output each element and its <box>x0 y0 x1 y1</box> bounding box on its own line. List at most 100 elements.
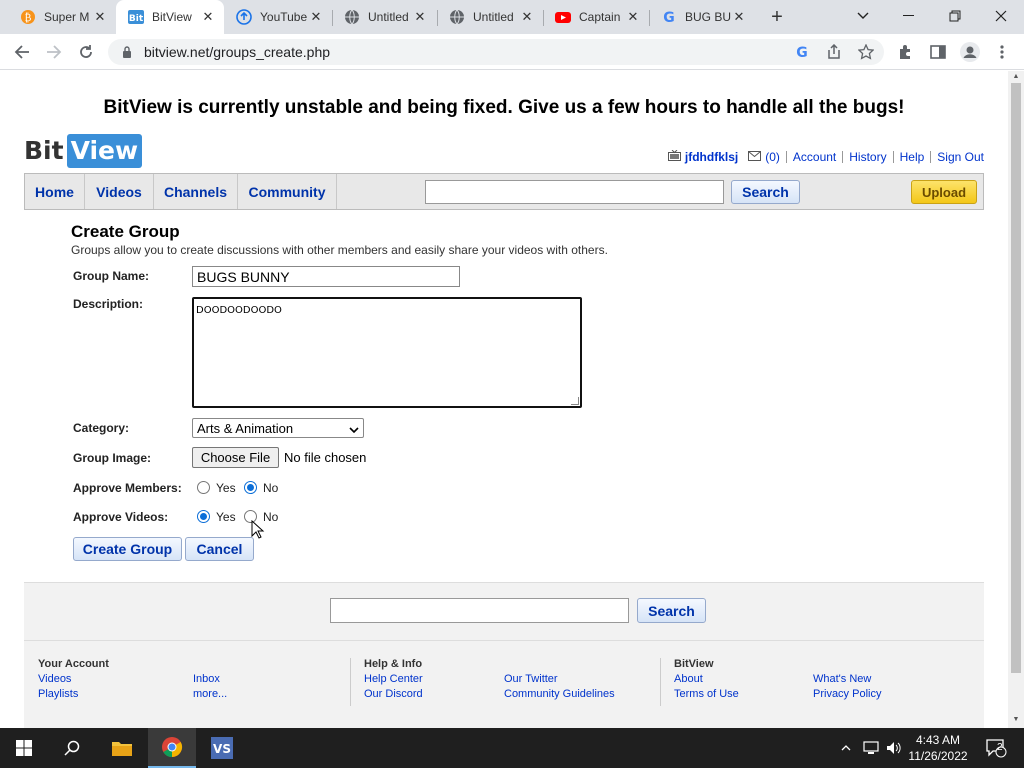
extensions-icon[interactable] <box>894 40 918 64</box>
inbox-count-link[interactable]: (0) <box>765 150 780 164</box>
tab-bug-bu[interactable]: G BUG BU ✕ <box>649 0 755 34</box>
browser-toolbar: bitview.net/groups_create.php G <box>0 34 1024 70</box>
description-textarea[interactable]: DOODOODOODO <box>192 297 582 408</box>
share-icon[interactable] <box>822 40 846 64</box>
divider <box>785 151 787 163</box>
username-link[interactable]: jfdhdfklsj <box>685 150 738 164</box>
globe-icon <box>449 9 465 25</box>
close-tab-icon[interactable]: ✕ <box>625 9 641 25</box>
footer-link-help-center[interactable]: Help Center <box>364 673 423 685</box>
scrollbar-thumb[interactable] <box>1011 83 1021 673</box>
approve-members-yes-label: Yes <box>216 481 236 495</box>
tab-untitled-1[interactable]: Untitled ✕ <box>332 0 436 34</box>
create-group-button[interactable]: Create Group <box>73 537 182 561</box>
footer-search-input[interactable] <box>330 598 629 623</box>
volume-icon[interactable] <box>884 728 904 768</box>
nav-videos[interactable]: Videos <box>85 174 154 209</box>
close-window-icon[interactable] <box>978 0 1024 32</box>
choose-file-button[interactable]: Choose File <box>192 447 279 468</box>
group-name-input[interactable]: BUGS BUNNY <box>192 266 460 287</box>
footer-link-videos[interactable]: Videos <box>38 673 71 685</box>
menu-kebab-icon[interactable] <box>990 40 1014 64</box>
footer-link-inbox[interactable]: Inbox <box>193 673 220 685</box>
footer-link-our-twitter[interactable]: Our Twitter <box>504 673 558 685</box>
minimize-icon[interactable] <box>886 0 932 32</box>
nav-channels[interactable]: Channels <box>154 174 238 209</box>
site-banner: BitView is currently unstable and being … <box>103 97 905 118</box>
tv-icon <box>667 149 681 164</box>
approve-members-yes-radio[interactable] <box>197 481 210 494</box>
close-tab-icon[interactable]: ✕ <box>731 9 747 25</box>
approve-members-no-label: No <box>263 481 279 495</box>
file-explorer-icon[interactable] <box>98 728 146 768</box>
tab-strip: ₿ Super M ✕ Bit BitView ✕ YouTube ✕ Unti… <box>0 0 1024 34</box>
footer-heading-help-info: Help & Info <box>364 658 423 670</box>
group-name-label: Group Name: <box>73 269 150 283</box>
footer-link-privacy-policy[interactable]: Privacy Policy <box>813 688 881 700</box>
side-panel-icon[interactable] <box>926 40 950 64</box>
scroll-down-icon[interactable]: ▼ <box>1011 716 1021 723</box>
resize-grip-icon[interactable] <box>571 397 579 405</box>
footer-link-about[interactable]: About <box>674 673 703 685</box>
back-icon[interactable] <box>10 40 34 64</box>
tab-untitled-2[interactable]: Untitled ✕ <box>437 0 543 34</box>
search-icon[interactable] <box>48 728 96 768</box>
close-tab-icon[interactable]: ✕ <box>200 9 216 25</box>
lock-icon[interactable] <box>120 45 134 59</box>
reload-icon[interactable] <box>74 40 98 64</box>
cancel-button[interactable]: Cancel <box>185 537 254 561</box>
footer-link-terms-of-use[interactable]: Terms of Use <box>674 688 739 700</box>
approve-videos-label: Approve Videos: <box>73 510 169 524</box>
footer: Search Your Account Videos Playlists Inb… <box>24 582 984 728</box>
description-text: DOODOODOODO <box>196 305 282 316</box>
close-tab-icon[interactable]: ✕ <box>519 9 535 25</box>
close-tab-icon[interactable]: ✕ <box>412 9 428 25</box>
category-select[interactable]: Arts & Animation <box>192 418 364 438</box>
chevron-up-icon[interactable] <box>836 728 856 768</box>
header-search-input[interactable] <box>425 180 724 204</box>
scroll-up-icon[interactable]: ▲ <box>1011 73 1021 80</box>
google-lens-icon[interactable]: G <box>790 40 814 64</box>
approve-videos-yes-radio[interactable] <box>197 510 210 523</box>
windows-taskbar: VS 4:43 AM 11/26/2022 2 <box>0 728 1024 768</box>
approve-members-no-radio[interactable] <box>244 481 257 494</box>
tab-youtube[interactable]: YouTube ✕ <box>224 0 332 34</box>
tab-super-m[interactable]: ₿ Super M ✕ <box>8 0 116 34</box>
header-search-button[interactable]: Search <box>731 180 800 204</box>
restore-icon[interactable] <box>932 0 978 32</box>
vertical-scrollbar[interactable]: ▲ ▼ <box>1008 71 1024 728</box>
chrome-taskbar-icon[interactable] <box>148 728 196 768</box>
footer-search-button[interactable]: Search <box>637 598 706 623</box>
network-icon[interactable] <box>860 728 882 768</box>
upload-button[interactable]: Upload <box>911 180 977 204</box>
url-text[interactable]: bitview.net/groups_create.php <box>144 44 330 60</box>
tab-captain[interactable]: Captain ✕ <box>543 0 649 34</box>
account-link[interactable]: Account <box>793 150 836 164</box>
profile-avatar-icon[interactable] <box>958 40 982 64</box>
help-link[interactable]: Help <box>900 150 925 164</box>
close-tab-icon[interactable]: ✕ <box>308 9 324 25</box>
nav-community[interactable]: Community <box>238 174 337 209</box>
nav-home[interactable]: Home <box>25 174 85 209</box>
history-link[interactable]: History <box>849 150 886 164</box>
footer-link-our-discord[interactable]: Our Discord <box>364 688 423 700</box>
new-tab-icon[interactable]: + <box>766 6 788 28</box>
footer-link-more[interactable]: more... <box>193 688 227 700</box>
close-tab-icon[interactable]: ✕ <box>92 9 108 25</box>
system-clock[interactable]: 4:43 AM 11/26/2022 <box>908 732 968 764</box>
address-bar[interactable]: bitview.net/groups_create.php <box>108 39 884 65</box>
globe-icon <box>344 9 360 25</box>
visual-studio-icon[interactable]: VS <box>198 728 246 768</box>
tab-bitview[interactable]: Bit BitView ✕ <box>116 0 224 34</box>
forward-icon[interactable] <box>42 40 66 64</box>
windows-start-icon[interactable] <box>0 728 48 768</box>
footer-link-whats-new[interactable]: What's New <box>813 673 871 685</box>
footer-link-community-guidelines[interactable]: Community Guidelines <box>504 688 615 700</box>
sign-out-link[interactable]: Sign Out <box>937 150 984 164</box>
mail-icon[interactable] <box>748 150 762 164</box>
tab-search-icon[interactable] <box>840 0 886 32</box>
notification-center-icon[interactable]: 2 <box>978 728 1014 768</box>
footer-link-playlists[interactable]: Playlists <box>38 688 78 700</box>
bookmark-star-icon[interactable] <box>854 40 878 64</box>
bitview-logo[interactable]: Bit View <box>24 134 143 168</box>
